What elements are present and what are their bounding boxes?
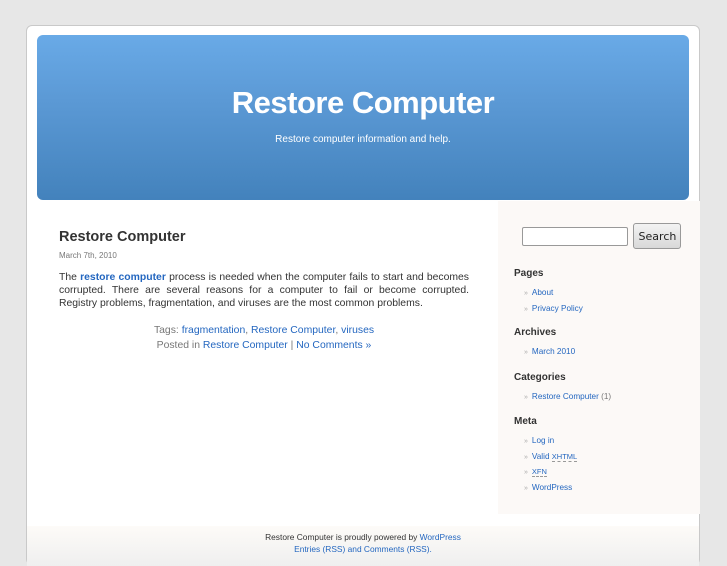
category-count: (1) bbox=[601, 392, 612, 401]
body-prefix: The bbox=[59, 272, 81, 283]
footer-text: Restore Computer is proudly powered by bbox=[265, 532, 420, 542]
search-button[interactable]: Search bbox=[633, 223, 682, 249]
footer-wordpress-link[interactable]: WordPress bbox=[420, 532, 461, 542]
list-item: Valid XHTML bbox=[524, 450, 578, 466]
post-meta: Tags: fragmentation, Restore Computer, v… bbox=[59, 324, 469, 353]
tag-link-restore-computer[interactable]: Restore Computer bbox=[251, 325, 335, 336]
wordpress-link[interactable]: WordPress bbox=[532, 483, 572, 492]
sidebar: Search Pages About Privacy Policy Archiv… bbox=[498, 201, 700, 514]
footer-feeds[interactable]: Entries (RSS) and Comments (RSS). bbox=[27, 544, 699, 554]
category-link[interactable]: Restore Computer bbox=[203, 340, 288, 351]
search-input[interactable] bbox=[522, 226, 628, 246]
post-category-line: Posted in Restore Computer | No Comments… bbox=[59, 339, 469, 354]
pages-widget: Pages About Privacy Policy bbox=[514, 268, 583, 317]
xhtml-abbr: XHTML bbox=[551, 451, 578, 462]
site-title[interactable]: Restore Computer bbox=[37, 85, 689, 121]
posted-in-label: Posted in bbox=[156, 339, 203, 351]
post-title[interactable]: Restore Computer bbox=[59, 229, 469, 245]
valid-xhtml-link[interactable]: Valid XHTML bbox=[531, 451, 578, 462]
footer-credit: Restore Computer is proudly powered by W… bbox=[27, 532, 699, 542]
login-link[interactable]: Log in bbox=[532, 436, 554, 445]
post-tags: Tags: fragmentation, Restore Computer, v… bbox=[153, 325, 375, 336]
category-link-restore-computer[interactable]: Restore Computer bbox=[532, 392, 599, 401]
site-header: Restore Computer Restore computer inform… bbox=[37, 35, 689, 200]
tag-link-fragmentation[interactable]: fragmentation bbox=[182, 325, 246, 336]
page-container: Restore Computer Restore computer inform… bbox=[26, 25, 700, 566]
list-item: XFN bbox=[524, 465, 577, 481]
list-item: March 2010 bbox=[524, 345, 575, 361]
list-item: Restore Computer (1) bbox=[524, 390, 611, 406]
archives-widget: Archives March 2010 bbox=[514, 327, 575, 361]
comments-link[interactable]: No Comments » bbox=[296, 340, 371, 351]
valid-prefix: Valid bbox=[531, 451, 552, 461]
tag-link-viruses[interactable]: viruses bbox=[341, 325, 374, 336]
meta-heading: Meta bbox=[514, 416, 537, 427]
page-link-about[interactable]: About bbox=[532, 288, 553, 297]
list-item: Log in bbox=[524, 434, 577, 450]
separator: | bbox=[287, 339, 297, 351]
restore-computer-link[interactable]: restore computer bbox=[80, 272, 166, 283]
tags-label: Tags: bbox=[153, 325, 182, 336]
archives-heading: Archives bbox=[514, 327, 557, 338]
list-item: Privacy Policy bbox=[524, 302, 583, 318]
archive-link-march-2010[interactable]: March 2010 bbox=[532, 347, 575, 356]
xfn-abbr: XFN bbox=[531, 467, 547, 477]
post-body: The restore computer process is needed w… bbox=[59, 271, 469, 310]
pages-heading: Pages bbox=[514, 268, 544, 279]
post-date: March 7th, 2010 bbox=[59, 251, 117, 260]
site-description: Restore computer information and help. bbox=[275, 134, 451, 145]
site-footer: Restore Computer is proudly powered by W… bbox=[27, 526, 699, 566]
list-item: About bbox=[524, 286, 583, 302]
search-form: Search bbox=[522, 223, 682, 249]
categories-heading: Categories bbox=[514, 372, 566, 383]
post: Restore Computer March 7th, 2010 The res… bbox=[59, 229, 469, 353]
page-link-privacy-policy[interactable]: Privacy Policy bbox=[532, 304, 583, 313]
xfn-link[interactable]: XFN bbox=[531, 467, 547, 477]
meta-widget: Meta Log in Valid XHTML XFN WordPress bbox=[514, 416, 578, 497]
list-item: WordPress bbox=[524, 481, 577, 497]
categories-widget: Categories Restore Computer (1) bbox=[514, 372, 611, 406]
